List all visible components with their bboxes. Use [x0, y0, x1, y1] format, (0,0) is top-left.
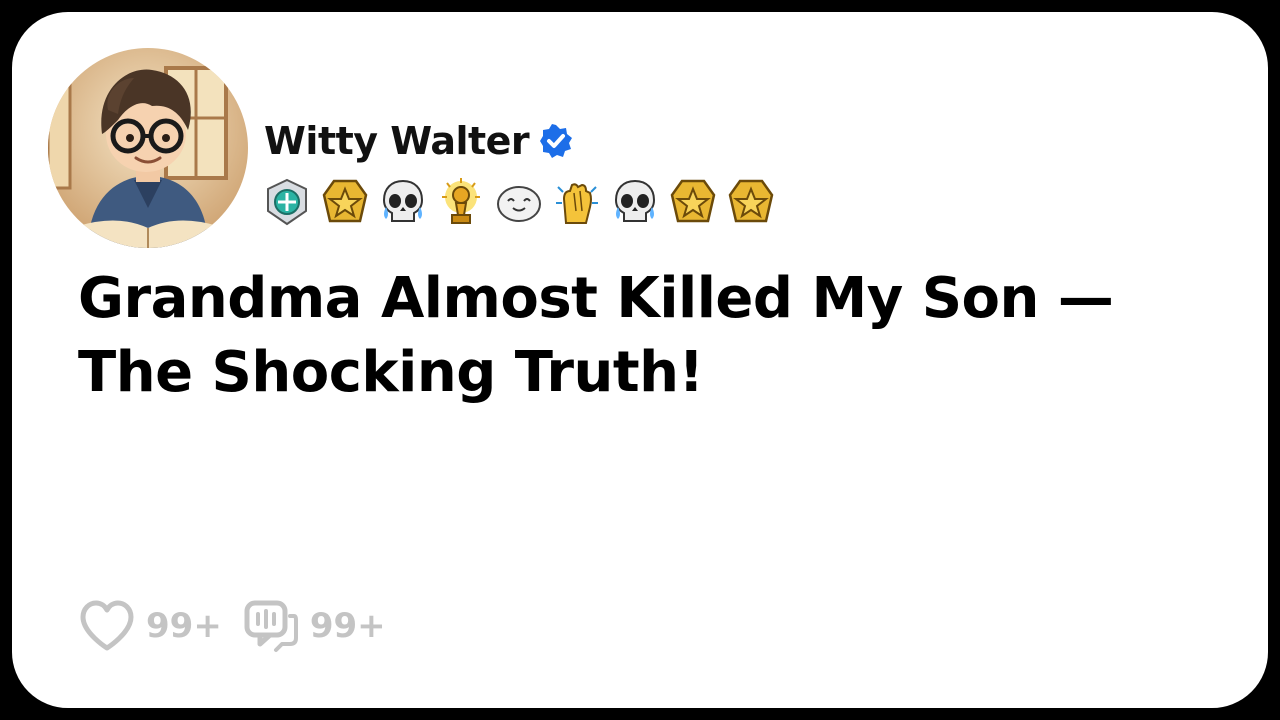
engagement-bar: 99+ 99+	[78, 598, 406, 654]
author-row: Witty Walter	[264, 116, 573, 166]
like-button[interactable]: 99+	[78, 598, 242, 654]
avatar-image	[48, 48, 248, 248]
verified-check-icon	[539, 124, 573, 158]
likes-count: 99+	[146, 606, 222, 646]
comment-bubble-icon	[242, 598, 300, 654]
avatar[interactable]	[48, 48, 248, 248]
gold-star-medal-icon[interactable]	[726, 177, 776, 227]
emerald-shield-award-icon[interactable]	[262, 177, 312, 227]
crying-skull-icon[interactable]	[610, 177, 660, 227]
comments-count: 99+	[309, 606, 386, 646]
gold-star-medal-icon[interactable]	[668, 177, 718, 227]
heart-icon	[78, 598, 136, 654]
comment-button[interactable]: 99+	[242, 598, 406, 654]
award-badges	[262, 175, 784, 229]
crying-skull-icon[interactable]	[378, 177, 428, 227]
smiling-seal-icon[interactable]	[494, 177, 544, 227]
post-title[interactable]: Grandma Almost Killed My Son — The Shock…	[78, 262, 1228, 410]
gold-trophy-award-icon[interactable]	[436, 177, 486, 227]
author-name[interactable]: Witty Walter	[264, 119, 530, 163]
clapping-hands-icon[interactable]	[552, 177, 602, 227]
gold-star-medal-icon[interactable]	[320, 177, 370, 227]
post-card: Witty Walter Grandma Almost Killed My So…	[6, 6, 1274, 714]
